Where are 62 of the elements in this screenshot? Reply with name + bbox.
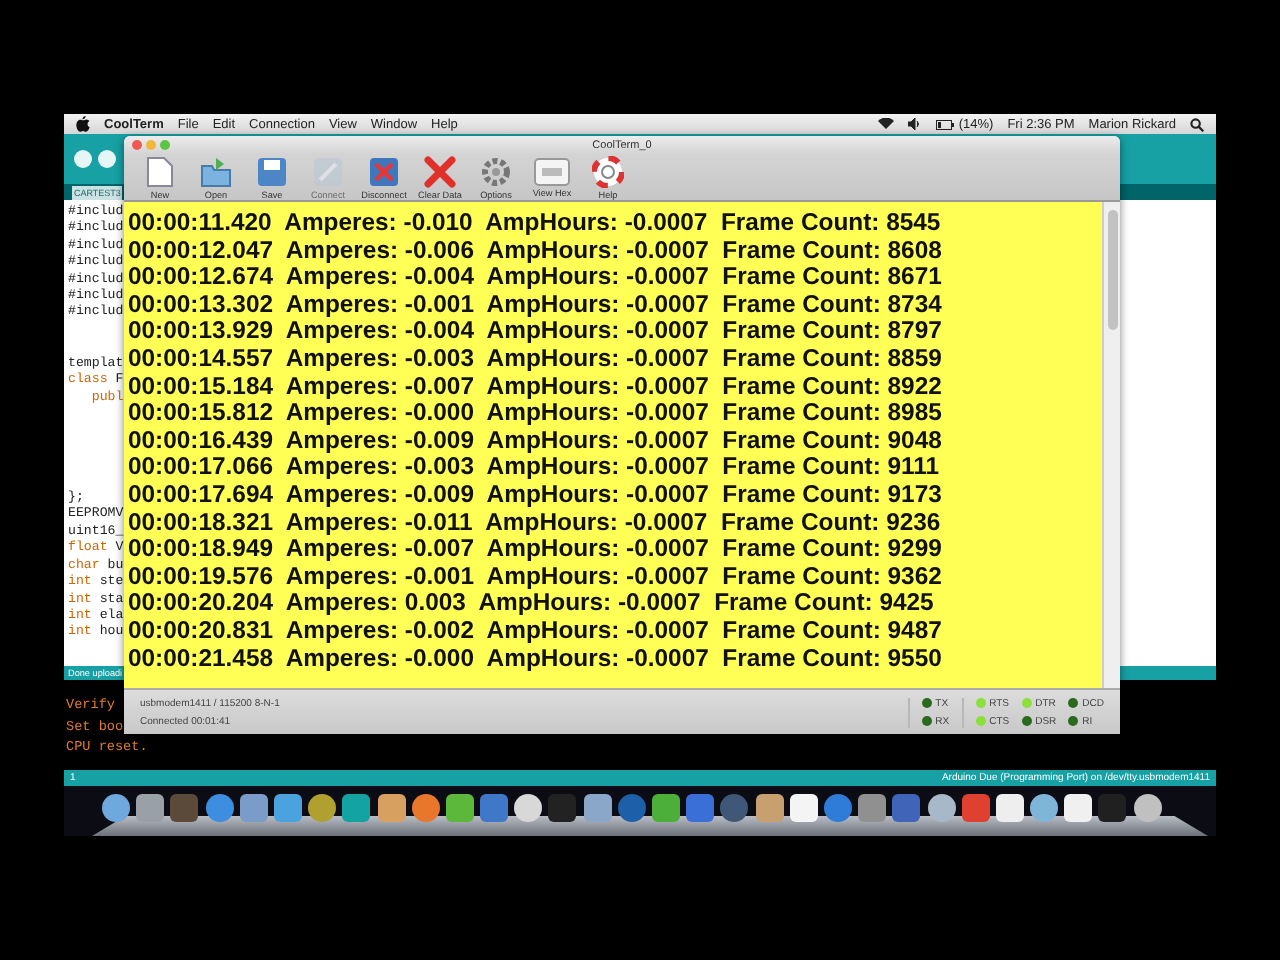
app-icon[interactable] <box>411 794 440 822</box>
close-button[interactable] <box>132 140 142 150</box>
app-icon[interactable] <box>239 794 268 822</box>
app-icon[interactable] <box>342 794 371 822</box>
output-line: 00:00:14.557 Amperes: -0.003 AmpHours: -0.0007 Frame Count: 8859 <box>128 345 944 374</box>
app-icon[interactable] <box>686 794 715 822</box>
app-icon[interactable] <box>514 794 543 822</box>
output-line: 00:00:11.420 Amperes: -0.010 AmpHours: -0.0007 Frame Count: 8545 <box>128 210 943 238</box>
output-line: 00:00:13.929 Amperes: -0.004 AmpHours: -0.0007 Frame Count: 8797 <box>128 318 944 346</box>
app-icon[interactable] <box>102 794 130 822</box>
app-icon[interactable] <box>720 794 749 822</box>
app-icon[interactable] <box>927 794 955 822</box>
app-icon[interactable] <box>445 794 474 822</box>
output-line: 00:00:21.458 Amperes: -0.000 AmpHours: -0.0007 Frame Count: 9550 <box>128 645 944 673</box>
verify-button[interactable] <box>74 150 92 168</box>
lifebuoy-icon <box>592 155 624 187</box>
app-icon[interactable] <box>1098 794 1127 822</box>
plug-icon <box>312 155 344 187</box>
app-icon[interactable] <box>995 794 1024 822</box>
app-icon[interactable] <box>755 794 784 822</box>
app-icon[interactable] <box>617 794 646 822</box>
output-line: 00:00:18.321 Amperes: -0.011 AmpHours: -0.0007 Frame Count: 9236 <box>128 509 943 537</box>
output-line: 00:00:19.576 Amperes: -0.001 AmpHours: -0.0007 Frame Count: 9362 <box>128 563 944 591</box>
document-icon <box>146 155 174 187</box>
app-icon[interactable] <box>823 794 852 822</box>
output-line: 00:00:20.831 Amperes: -0.002 AmpHours: -0.0007 Frame Count: 9487 <box>128 617 944 645</box>
search-icon[interactable] <box>1190 117 1204 131</box>
upload-button[interactable] <box>98 150 116 168</box>
app-icon[interactable] <box>892 794 921 822</box>
unplug-icon <box>368 155 400 187</box>
app-icon[interactable] <box>961 794 990 822</box>
app-icon[interactable] <box>377 794 405 822</box>
app-icon[interactable] <box>205 794 234 822</box>
scrollbar-thumb[interactable] <box>1107 210 1117 330</box>
output-line: 00:00:18.949 Amperes: -0.007 AmpHours: -0.0007 Frame Count: 9299 <box>128 536 944 564</box>
output-line: 00:00:20.204 Amperes: 0.003 AmpHours: -0.0007 Frame Count: 9425 <box>128 590 936 618</box>
app-icon[interactable] <box>136 794 165 822</box>
apple-menu-icon[interactable] <box>76 116 90 132</box>
output-line: 00:00:17.066 Amperes: -0.003 AmpHours: -0.0007 Frame Count: 9111 <box>128 454 942 482</box>
cross-icon <box>424 155 456 187</box>
app-icon[interactable] <box>308 794 337 822</box>
app-icon[interactable] <box>858 794 887 822</box>
app-icon[interactable] <box>583 794 612 822</box>
app-icon[interactable] <box>789 794 818 822</box>
output-line: 00:00:16.439 Amperes: -0.009 AmpHours: -0.0007 Frame Count: 9048 <box>128 427 944 455</box>
app-icon[interactable] <box>1030 794 1059 822</box>
output-line: 00:00:12.674 Amperes: -0.004 AmpHours: -0.0007 Frame Count: 8671 <box>128 264 944 292</box>
battery-icon[interactable] <box>936 119 955 129</box>
output-line: 00:00:17.694 Amperes: -0.009 AmpHours: -0.0007 Frame Count: 9173 <box>128 481 944 510</box>
app-icon[interactable] <box>170 794 199 822</box>
app-icon[interactable] <box>548 794 577 822</box>
output-line: 00:00:15.812 Amperes: -0.000 AmpHours: -0.0007 Frame Count: 8985 <box>128 400 944 428</box>
app-icon[interactable] <box>480 794 509 822</box>
output-line: 00:00:15.184 Amperes: -0.007 AmpHours: -0.0007 Frame Count: 8922 <box>128 373 944 401</box>
output-line: 00:00:13.302 Amperes: -0.001 AmpHours: -0.0007 Frame Count: 8734 <box>128 291 944 319</box>
output-line: 00:00:12.047 Amperes: -0.006 AmpHours: -0.0007 Frame Count: 8608 <box>128 237 944 265</box>
volume-icon[interactable] <box>908 118 923 130</box>
app-icon[interactable] <box>273 794 302 822</box>
app-icon[interactable] <box>1064 794 1093 822</box>
wifi-icon[interactable] <box>878 118 895 130</box>
app-icon[interactable] <box>1133 794 1162 822</box>
folder-icon <box>200 155 232 187</box>
